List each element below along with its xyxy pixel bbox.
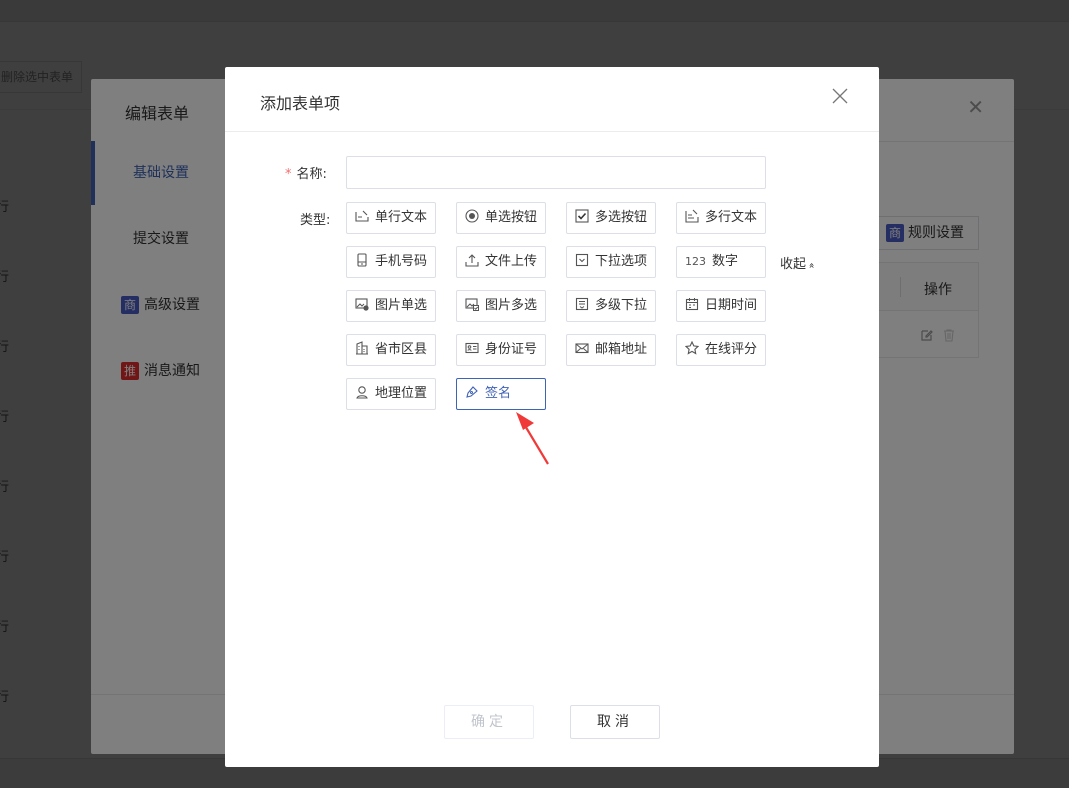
collapse-toggle[interactable]: 收起» [780, 253, 818, 272]
close-icon[interactable] [831, 87, 849, 105]
type-checkbox-button[interactable]: 多选按钮 [566, 202, 656, 234]
type-label-text: 数字 [712, 254, 739, 269]
checkbox-icon [575, 209, 589, 223]
type-mobile-phone-button[interactable]: 手机号码 [346, 246, 436, 278]
type-label-text: 多级下拉 [595, 298, 648, 313]
type-location-button[interactable]: 地理位置 [346, 378, 436, 410]
type-id-card-button[interactable]: 身份证号 [456, 334, 546, 366]
radio-icon [465, 209, 479, 223]
location-person-icon [356, 386, 368, 399]
mail-icon [575, 343, 589, 354]
type-label-text: 多行文本 [705, 210, 758, 225]
id-card-icon [465, 342, 479, 354]
type-single-line-text-button[interactable]: 单行文本 [346, 202, 436, 234]
type-label-text: 图片单选 [375, 298, 428, 313]
collapse-label: 收起 [780, 257, 807, 272]
type-email-button[interactable]: 邮箱地址 [566, 334, 656, 366]
type-label-text: 图片多选 [485, 298, 538, 313]
modal-header: 添加表单项 [225, 67, 879, 132]
type-label-text: 手机号码 [375, 254, 428, 269]
image-multi-icon [465, 298, 479, 311]
signature-icon [466, 386, 478, 398]
type-image-single-button[interactable]: 图片单选 [346, 290, 436, 322]
mobile-phone-icon [357, 253, 367, 267]
type-label-text: 邮箱地址 [595, 342, 648, 357]
type-label-text: 在线评分 [705, 342, 758, 357]
type-rating-button[interactable]: 在线评分 [676, 334, 766, 366]
type-image-multi-button[interactable]: 图片多选 [456, 290, 546, 322]
type-multi-line-text-button[interactable]: 多行文本 [676, 202, 766, 234]
type-label-text: 地理位置 [375, 386, 428, 401]
type-label-text: 下拉选项 [595, 254, 648, 269]
type-label-text: 单行文本 [375, 210, 428, 225]
type-signature-button[interactable]: 签名 [456, 378, 546, 410]
multi-level-dropdown-icon [575, 297, 589, 311]
type-number-button[interactable]: 123 数字 [676, 246, 766, 278]
type-label-text: 签名 [485, 386, 512, 401]
confirm-button[interactable]: 确定 [444, 705, 534, 739]
multi-line-text-icon [685, 209, 699, 223]
type-multi-level-dropdown-button[interactable]: 多级下拉 [566, 290, 656, 322]
type-date-time-button[interactable]: 日期时间 [676, 290, 766, 322]
required-mark: * [285, 167, 292, 182]
type-label-text: 日期时间 [705, 298, 758, 313]
type-province-city-button[interactable]: 省市区县 [346, 334, 436, 366]
double-chevron-up-icon: » [806, 262, 818, 269]
type-label-text: 单选按钮 [485, 210, 538, 225]
type-label-text: 省市区县 [375, 342, 428, 357]
building-icon [356, 341, 368, 355]
dropdown-icon [575, 253, 589, 267]
name-input[interactable] [346, 156, 766, 189]
type-file-upload-button[interactable]: 文件上传 [456, 246, 546, 278]
single-line-text-icon [355, 210, 369, 222]
type-label: 类型: [300, 213, 331, 228]
type-label-text: 多选按钮 [595, 210, 648, 225]
type-radio-button[interactable]: 单选按钮 [456, 202, 546, 234]
cancel-button[interactable]: 取消 [570, 705, 660, 739]
name-label: * 名称: [285, 163, 327, 182]
number-icon: 123 [685, 255, 706, 268]
annotation-arrow-icon [516, 412, 549, 465]
modal-title: 添加表单项 [260, 94, 341, 113]
type-dropdown-button[interactable]: 下拉选项 [566, 246, 656, 278]
type-label-text: 身份证号 [485, 342, 538, 357]
name-label-text: 名称: [296, 167, 327, 182]
calendar-icon [685, 298, 699, 311]
type-label-text: 文件上传 [485, 254, 538, 269]
upload-icon [465, 254, 479, 267]
image-single-icon [355, 298, 369, 311]
star-icon [685, 341, 699, 355]
